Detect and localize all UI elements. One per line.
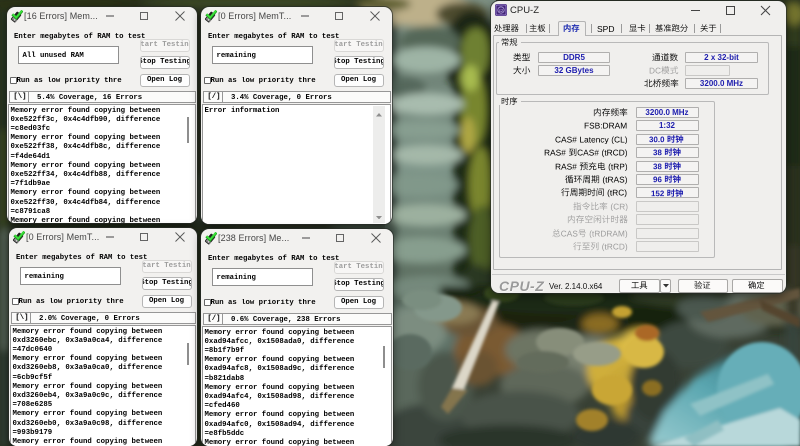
svg-text:cz: cz [498,8,503,13]
